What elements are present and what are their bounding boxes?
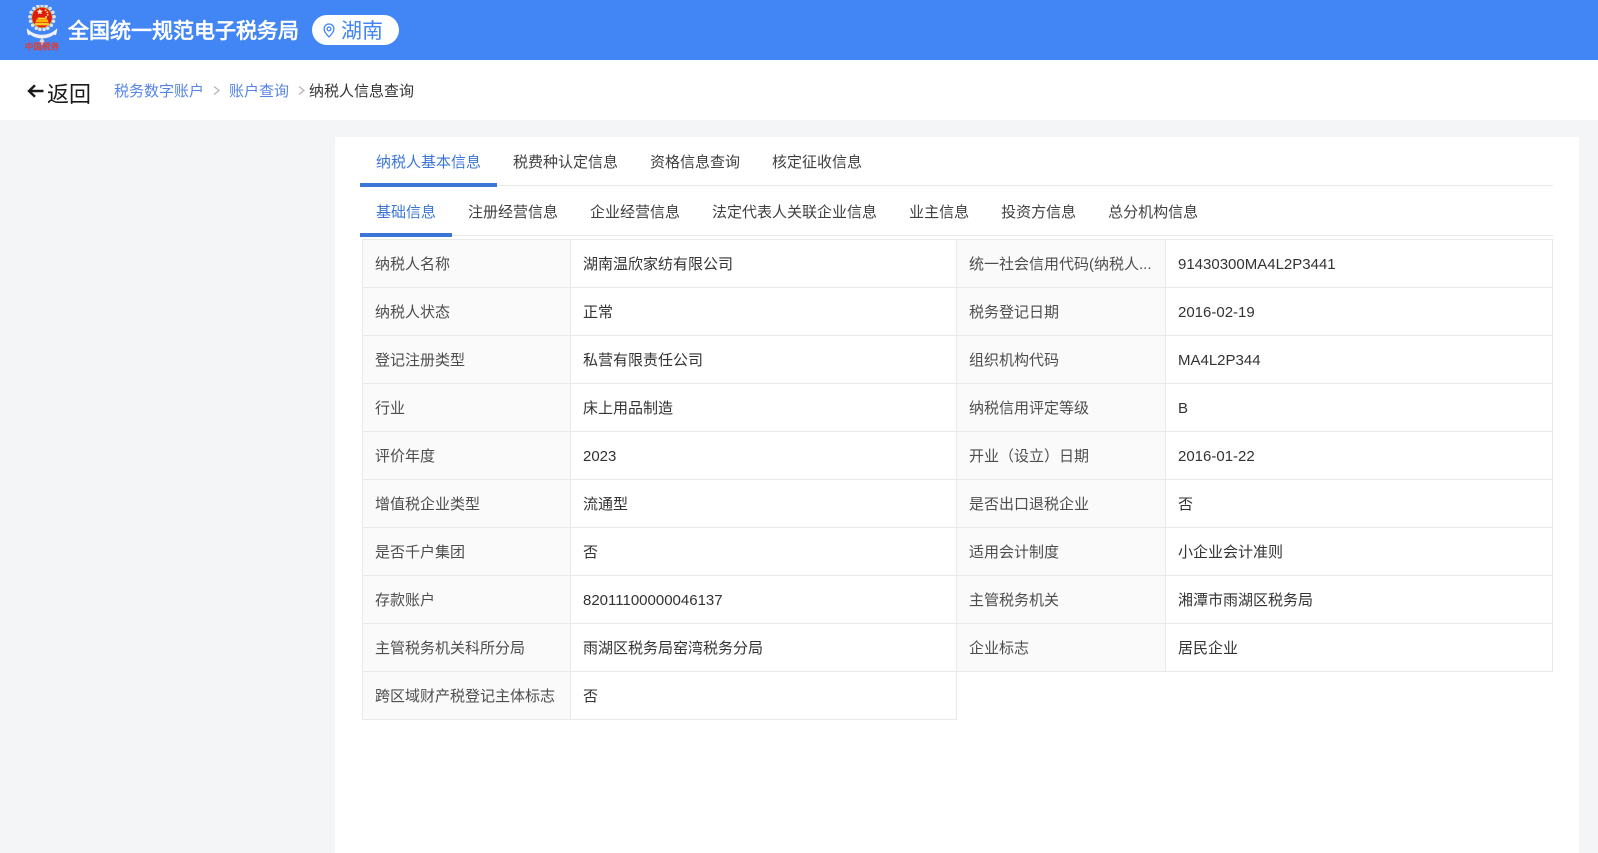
svg-text:中国税务: 中国税务 — [25, 41, 60, 52]
